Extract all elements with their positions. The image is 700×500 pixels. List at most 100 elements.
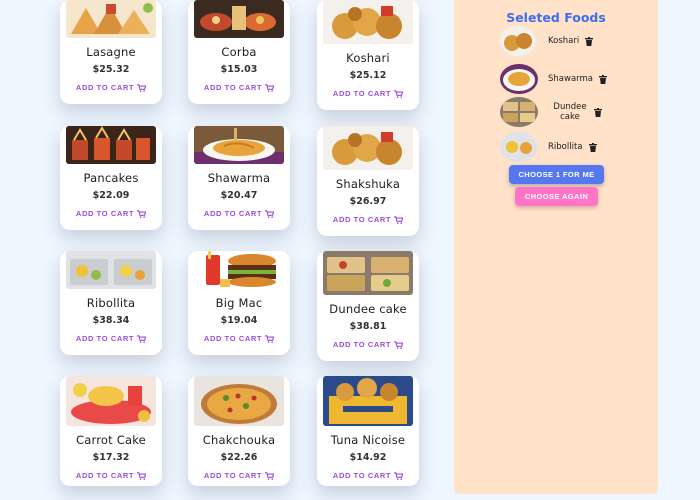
add-to-cart-label: ADD TO CART — [75, 471, 135, 480]
selected-item-koshari: Koshari — [500, 26, 594, 56]
food-name: Tuna Nicoise — [330, 433, 406, 447]
food-card-lasagne: Lasagne $25.32 ADD TO CART — [60, 0, 162, 104]
food-price: $25.12 — [349, 70, 387, 81]
selected-item-name: Ribollita — [548, 142, 583, 152]
selected-item-name: Dundee cake — [553, 102, 587, 122]
add-to-cart-label: ADD TO CART — [75, 83, 135, 92]
cart-icon — [265, 471, 275, 480]
shawarma-thumbnail — [500, 64, 538, 94]
add-to-cart-button[interactable]: ADD TO CART — [203, 83, 275, 92]
corba-photo — [194, 0, 284, 38]
trash-icon[interactable] — [585, 36, 594, 46]
food-price: $38.81 — [349, 321, 387, 332]
cart-icon — [137, 471, 147, 480]
food-price: $19.04 — [220, 315, 258, 326]
food-card-dundee-cake: Dundee cake $38.81 ADD TO CART — [317, 251, 419, 361]
add-to-cart-button[interactable]: ADD TO CART — [203, 334, 275, 343]
selected-foods-panel: Seleted Foods Koshari Shawarma Dundee ca… — [454, 0, 658, 494]
add-to-cart-button[interactable]: ADD TO CART — [203, 209, 275, 218]
chakchouka-photo — [194, 376, 284, 426]
choose-again-button[interactable]: CHOOSE AGAIN — [515, 187, 598, 206]
cart-icon — [265, 209, 275, 218]
selected-item-ribollita: Ribollita — [500, 132, 597, 162]
food-price: $38.34 — [92, 315, 130, 326]
food-card-shakshuka: Shakshuka $26.97 ADD TO CART — [317, 126, 419, 236]
big-mac-photo — [194, 251, 284, 289]
food-name: Lasagne — [86, 45, 136, 59]
food-name: Ribollita — [86, 296, 136, 310]
food-name: Carrot Cake — [76, 433, 146, 447]
food-card-carrot-cake: Carrot Cake $17.32 ADD TO CART — [60, 376, 162, 486]
shakshuka-photo — [323, 126, 413, 170]
food-price: $22.09 — [92, 190, 130, 201]
trash-icon[interactable] — [594, 107, 602, 117]
cart-icon — [394, 471, 404, 480]
trash-icon[interactable] — [588, 142, 597, 152]
cart-icon — [394, 340, 404, 349]
food-card-pancakes: Pancakes $22.09 ADD TO CART — [60, 126, 162, 230]
add-to-cart-button[interactable]: ADD TO CART — [332, 471, 404, 480]
food-name: Dundee cake — [329, 302, 407, 316]
food-name: Corba — [221, 45, 257, 59]
food-name: Pancakes — [83, 171, 139, 185]
add-to-cart-button[interactable]: ADD TO CART — [332, 89, 404, 98]
lasagne-photo — [66, 0, 156, 38]
add-to-cart-label: ADD TO CART — [203, 471, 263, 480]
food-card-big-mac: Big Mac $19.04 ADD TO CART — [188, 251, 290, 355]
carrot-cake-photo — [66, 376, 156, 426]
add-to-cart-button[interactable]: ADD TO CART — [76, 334, 147, 343]
food-price: $14.92 — [349, 452, 387, 463]
add-to-cart-button[interactable]: ADD TO CART — [332, 340, 404, 349]
trash-icon[interactable] — [599, 74, 607, 84]
add-to-cart-label: ADD TO CART — [332, 340, 392, 349]
cart-icon — [265, 83, 275, 92]
add-to-cart-button[interactable]: ADD TO CART — [332, 215, 404, 224]
food-card-chakchouka: Chakchouka $22.26 ADD TO CART — [188, 376, 290, 486]
food-price: $26.97 — [349, 196, 387, 207]
food-name: Shawarma — [207, 171, 271, 185]
add-to-cart-label: ADD TO CART — [332, 89, 392, 98]
add-to-cart-button[interactable]: ADD TO CART — [75, 209, 147, 218]
add-to-cart-label: ADD TO CART — [203, 83, 263, 92]
add-to-cart-button[interactable]: ADD TO CART — [75, 83, 147, 92]
selected-item-name: Shawarma — [548, 74, 593, 84]
food-name: Koshari — [346, 51, 390, 65]
selected-item-name: Koshari — [548, 36, 580, 46]
add-to-cart-button[interactable]: ADD TO CART — [75, 471, 147, 480]
choose-one-for-me-button[interactable]: CHOOSE 1 FOR ME — [509, 165, 604, 184]
ribollita-thumbnail — [500, 132, 538, 162]
add-to-cart-label: ADD TO CART — [203, 334, 263, 343]
dundee-cake-thumbnail — [500, 97, 538, 127]
panel-title: Seleted Foods — [506, 10, 606, 25]
cart-icon — [394, 215, 404, 224]
food-card-koshari: Koshari $25.12 ADD TO CART — [317, 0, 419, 110]
cart-icon — [137, 209, 147, 218]
add-to-cart-label: ADD TO CART — [332, 471, 392, 480]
add-to-cart-label: ADD TO CART — [332, 215, 392, 224]
cart-icon — [137, 334, 147, 343]
add-to-cart-label: ADD TO CART — [203, 209, 263, 218]
ribollita-photo — [66, 251, 156, 289]
food-price: $15.03 — [220, 64, 258, 75]
shawarma-photo — [194, 126, 284, 164]
koshari-thumbnail — [500, 26, 536, 56]
food-card-ribollita: Ribollita $38.34 ADD TO CART — [60, 251, 162, 355]
food-price: $17.32 — [92, 452, 130, 463]
food-name: Big Mac — [215, 296, 263, 310]
selected-item-dundee-cake: Dundee cake — [500, 97, 602, 127]
cart-icon — [394, 89, 404, 98]
add-to-cart-label: ADD TO CART — [75, 209, 135, 218]
dundee-cake-photo — [323, 251, 413, 295]
food-price: $20.47 — [220, 190, 258, 201]
tuna-nicoise-photo — [323, 376, 413, 426]
food-name: Shakshuka — [335, 177, 401, 191]
food-card-shawarma: Shawarma $20.47 ADD TO CART — [188, 126, 290, 230]
food-card-corba: Corba $15.03 ADD TO CART — [188, 0, 290, 104]
pancakes-photo — [66, 126, 156, 164]
food-price: $22.26 — [220, 452, 258, 463]
cart-icon — [265, 334, 275, 343]
food-name: Chakchouka — [202, 433, 276, 447]
add-to-cart-button[interactable]: ADD TO CART — [203, 471, 275, 480]
food-card-tuna-nicoise: Tuna Nicoise $14.92 ADD TO CART — [317, 376, 419, 486]
selected-item-shawarma: Shawarma — [500, 64, 607, 94]
